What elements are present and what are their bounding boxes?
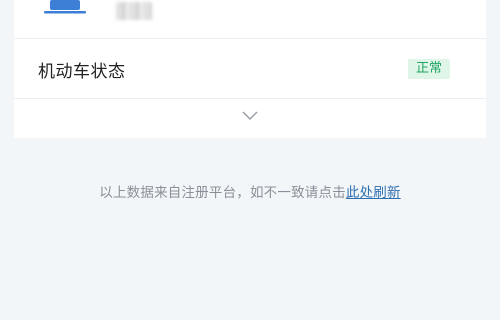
vehicle-header-row <box>14 0 486 38</box>
vehicle-status-row: 机动车状态 正常 <box>14 39 486 98</box>
refresh-link[interactable]: 此处刷新 <box>346 185 401 201</box>
car-icon <box>44 0 86 14</box>
expand-row[interactable] <box>14 99 486 138</box>
status-badge: 正常 <box>407 59 450 79</box>
vehicle-info-card: 机动车状态 正常 <box>14 0 486 138</box>
vehicle-status-label: 机动车状态 <box>38 62 126 82</box>
chevron-down-icon[interactable] <box>242 111 258 121</box>
data-source-note: 以上数据来自注册平台，如不一致请点击此处刷新 <box>0 181 500 201</box>
data-source-text: 以上数据来自注册平台，如不一致请点击 <box>99 185 346 201</box>
page: 机动车状态 正常 以上数据来自注册平台，如不一致请点击此处刷新 <box>0 0 500 320</box>
license-plate-blurred <box>116 2 152 20</box>
